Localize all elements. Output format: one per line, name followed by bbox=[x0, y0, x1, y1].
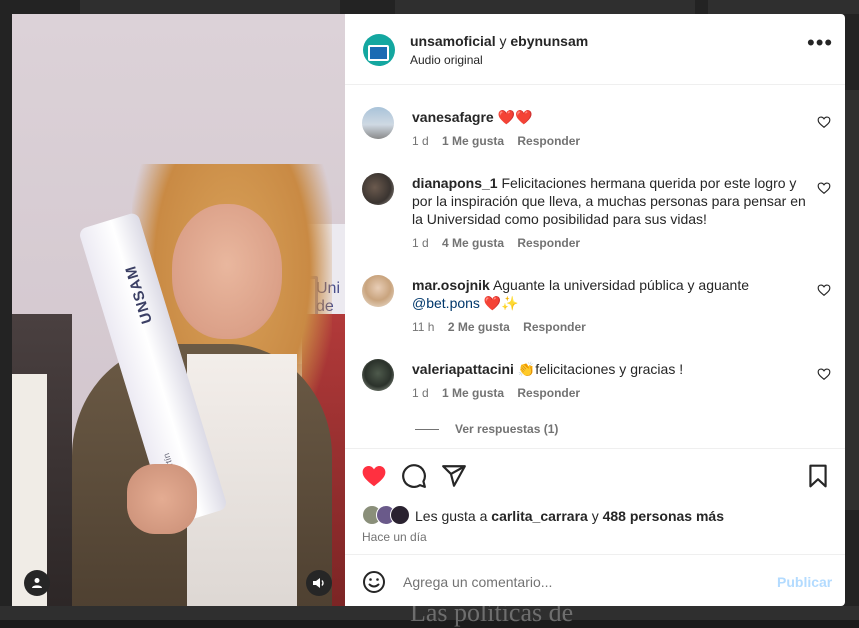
audio-toggle-button[interactable] bbox=[306, 570, 332, 596]
comment-meta: 11 h 2 Me gusta Responder bbox=[412, 320, 596, 334]
comments-list[interactable]: vanesafagre ❤️❤️ 1 d 1 Me gusta Responde… bbox=[345, 85, 845, 448]
post-actions: Les gusta a carlita_carrara y 488 person… bbox=[345, 448, 845, 555]
comment-age: 1 d bbox=[412, 134, 429, 148]
likes-summary: Les gusta a carlita_carrara y 488 person… bbox=[415, 508, 724, 524]
comment-text: vanesafagre ❤️❤️ bbox=[412, 109, 533, 125]
backdrop-tile bbox=[80, 0, 340, 14]
liker-avatar bbox=[390, 505, 410, 525]
post-panel: unsamoficial y ebynunsam Audio original … bbox=[345, 14, 845, 606]
emoji-smiley-icon[interactable] bbox=[362, 570, 386, 594]
comment-like-heart-icon[interactable] bbox=[817, 283, 831, 297]
comment-bubble-icon[interactable] bbox=[401, 463, 427, 489]
comment-likes[interactable]: 1 Me gusta bbox=[442, 386, 504, 400]
commenter-avatar[interactable] bbox=[362, 107, 394, 139]
comment-text: dianapons_1 Felicitaciones hermana queri… bbox=[412, 175, 806, 227]
comment-age: 1 d bbox=[412, 236, 429, 250]
reply-button[interactable]: Responder bbox=[523, 320, 586, 334]
tagged-users-button[interactable] bbox=[24, 570, 50, 596]
mention-link[interactable]: @bet.pons bbox=[412, 295, 480, 311]
post-header: unsamoficial y ebynunsam Audio original … bbox=[345, 14, 845, 85]
more-options-icon[interactable]: ••• bbox=[807, 32, 833, 54]
post-media[interactable]: Uni de UNSAM al San Martín bbox=[12, 14, 345, 606]
speaker-icon bbox=[313, 578, 324, 588]
replies-divider bbox=[415, 429, 439, 431]
view-replies-button[interactable]: Ver respuestas (1) bbox=[415, 422, 558, 436]
comment-text: valeriapattacini 👏felicitaciones y graci… bbox=[412, 361, 684, 377]
commenter-username[interactable]: valeriapattacini bbox=[412, 361, 514, 377]
comment-likes[interactable]: 1 Me gusta bbox=[442, 134, 504, 148]
comment-meta: 1 d 4 Me gusta Responder bbox=[412, 236, 590, 250]
commenter-avatar[interactable] bbox=[362, 359, 394, 391]
commenter-username[interactable]: mar.osojnik bbox=[412, 277, 490, 293]
liker-username-link[interactable]: carlita_carrara bbox=[491, 508, 588, 524]
reply-button[interactable]: Responder bbox=[517, 236, 580, 250]
author-avatar[interactable] bbox=[363, 34, 395, 66]
comment-likes[interactable]: 2 Me gusta bbox=[448, 320, 510, 334]
likes-count-link[interactable]: 488 personas más bbox=[603, 508, 724, 524]
comment-like-heart-icon[interactable] bbox=[817, 181, 831, 195]
commenter-avatar[interactable] bbox=[362, 173, 394, 205]
user-icon bbox=[32, 578, 42, 588]
comment-likes[interactable]: 4 Me gusta bbox=[442, 236, 504, 250]
share-send-icon[interactable] bbox=[441, 463, 467, 489]
comment-input[interactable] bbox=[401, 567, 755, 597]
comment-like-heart-icon[interactable] bbox=[817, 115, 831, 129]
audio-link[interactable]: Audio original bbox=[410, 53, 483, 67]
comment-meta: 1 d 1 Me gusta Responder bbox=[412, 134, 590, 148]
commenter-username[interactable]: vanesafagre bbox=[412, 109, 494, 125]
photo-face bbox=[172, 204, 282, 339]
unsam-logo-icon bbox=[368, 45, 389, 61]
comment-age: 1 d bbox=[412, 386, 429, 400]
backdrop-tile bbox=[845, 90, 859, 510]
coauthor-link[interactable]: ebynunsam bbox=[510, 33, 588, 49]
comment-composer: Publicar bbox=[345, 554, 845, 606]
comment-like-heart-icon[interactable] bbox=[817, 367, 831, 381]
commenter-avatar[interactable] bbox=[362, 275, 394, 307]
reply-button[interactable]: Responder bbox=[517, 134, 580, 148]
backdrop-tile bbox=[708, 0, 859, 14]
photo-hand bbox=[127, 464, 197, 534]
like-heart-icon[interactable] bbox=[361, 463, 387, 489]
author-link[interactable]: unsamoficial bbox=[410, 33, 496, 49]
comment-age: 11 h bbox=[412, 320, 435, 334]
commenter-username[interactable]: dianapons_1 bbox=[412, 175, 498, 191]
save-bookmark-icon[interactable] bbox=[805, 463, 831, 489]
post-authors: unsamoficial y ebynunsam bbox=[410, 33, 589, 49]
publish-button[interactable]: Publicar bbox=[777, 574, 832, 590]
backdrop-tile bbox=[395, 0, 695, 14]
reply-button[interactable]: Responder bbox=[517, 386, 580, 400]
comment-meta: 1 d 1 Me gusta Responder bbox=[412, 386, 590, 400]
comment-text: mar.osojnik Aguante la universidad públi… bbox=[412, 277, 750, 311]
post-timestamp[interactable]: Hace un día bbox=[362, 530, 427, 544]
